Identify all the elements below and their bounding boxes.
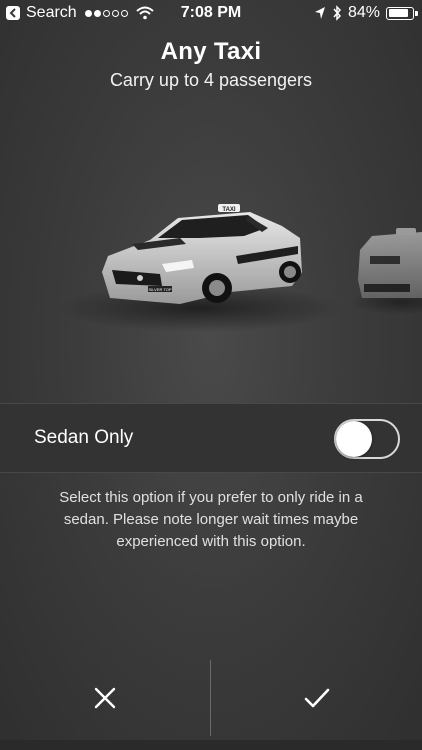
confirm-button[interactable] — [212, 660, 422, 736]
battery-level — [388, 9, 408, 17]
page-subtitle: Carry up to 4 passengers — [109, 70, 313, 90]
plate-text: SILVER TOP — [148, 287, 171, 292]
check-icon — [304, 688, 330, 708]
battery-percent: 84% — [347, 4, 380, 21]
cancel-button[interactable] — [0, 660, 210, 736]
status-right: 84% — [314, 4, 418, 22]
action-divider — [210, 660, 211, 736]
battery-icon — [386, 6, 418, 20]
location-arrow-icon — [314, 7, 325, 19]
option-description: Select this option if you prefer to only… — [59, 489, 363, 550]
taxi-sedan-image: TAXI SILVER TOP — [60, 204, 340, 332]
toggle-knob — [336, 421, 372, 457]
roof-sign-text: TAXI — [222, 207, 236, 213]
page-title: Any Taxi — [160, 38, 262, 65]
status-bar: Search 7:08 PM 84% — [0, 0, 422, 28]
sedan-only-toggle[interactable] — [334, 419, 400, 459]
vehicle-carousel[interactable]: TAXI SILVER TOP — [0, 180, 422, 340]
bottom-edge — [0, 740, 422, 750]
action-bar — [0, 660, 422, 750]
taxi-van-image — [350, 228, 422, 314]
sedan-only-row: Sedan Only — [0, 403, 422, 473]
close-icon — [94, 687, 116, 709]
bluetooth-icon — [333, 5, 341, 21]
sedan-only-label: Sedan Only — [34, 427, 134, 448]
screen: Search 7:08 PM 84% Any Taxi Carry up to … — [0, 0, 422, 750]
